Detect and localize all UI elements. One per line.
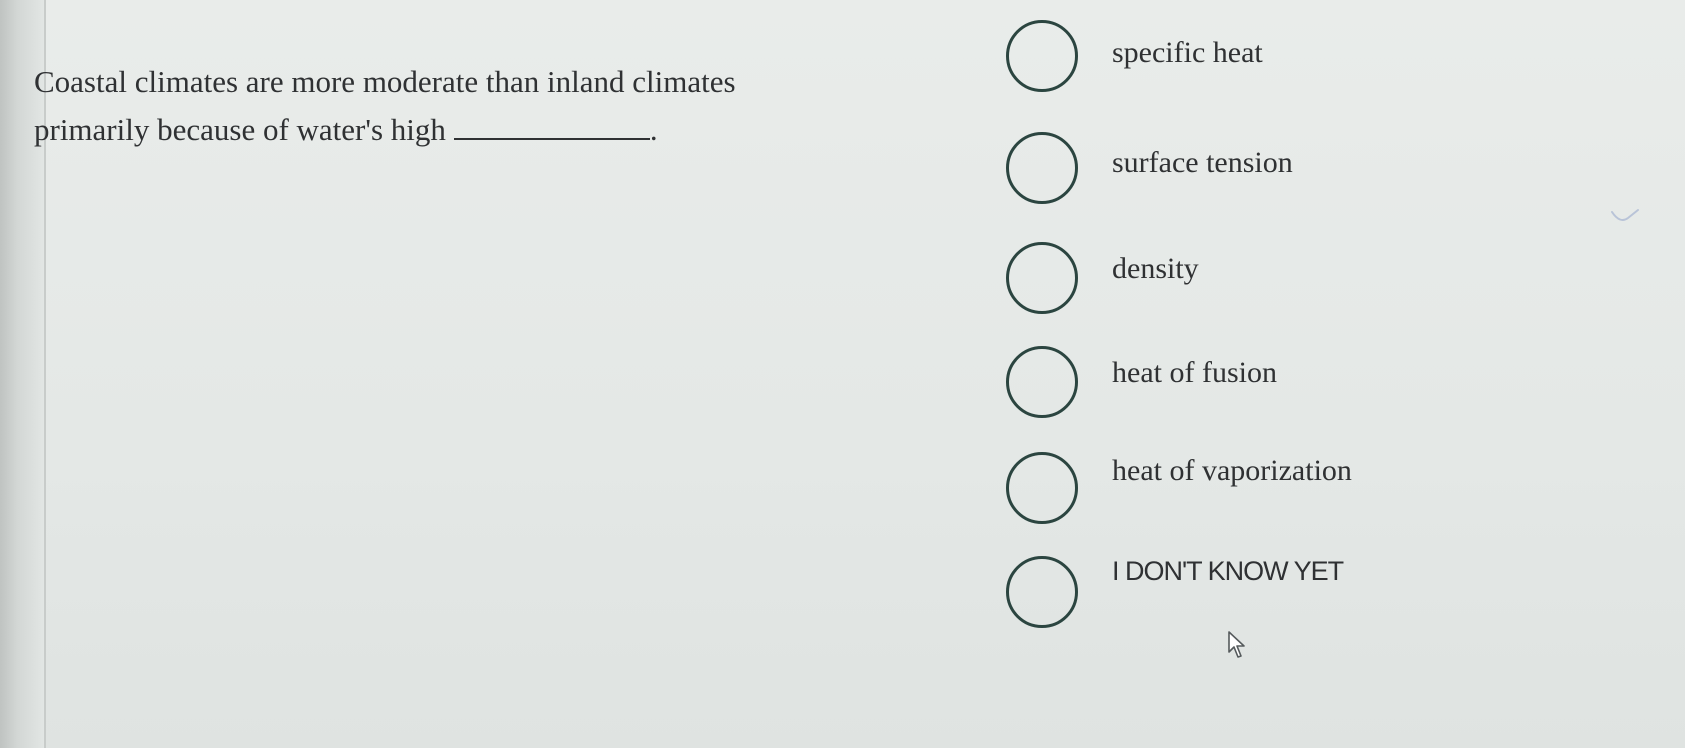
option-label: heat of fusion [1112,356,1277,389]
option-specific-heat[interactable]: specific heat [1006,20,1426,100]
radio-button[interactable] [1006,556,1078,628]
radio-button[interactable] [1006,132,1078,204]
radio-button[interactable] [1006,242,1078,314]
option-i-dont-know-yet[interactable]: I DON'T KNOW YET [1006,556,1426,636]
question-text-line1: Coastal climates are more moderate than … [34,64,736,99]
radio-button[interactable] [1006,346,1078,418]
option-label: I DON'T KNOW YET [1112,556,1344,586]
radio-button[interactable] [1006,20,1078,92]
option-surface-tension[interactable]: surface tension [1006,132,1426,212]
faint-check-icon [1611,209,1639,221]
option-heat-of-fusion[interactable]: heat of fusion [1006,346,1426,426]
option-label: heat of vaporization [1112,454,1352,487]
option-heat-of-vaporization[interactable]: heat of vaporization [1006,452,1426,532]
option-label: surface tension [1112,146,1293,179]
option-label: density [1112,252,1199,285]
question-prompt: Coastal climates are more moderate than … [34,58,814,154]
question-text-line2: primarily because of water's high [34,112,446,147]
option-density[interactable]: density [1006,242,1426,322]
question-period: . [649,112,658,147]
radio-button[interactable] [1006,452,1078,524]
option-label: specific heat [1112,36,1263,69]
mouse-pointer-icon [1228,631,1245,658]
answer-blank [453,108,650,140]
